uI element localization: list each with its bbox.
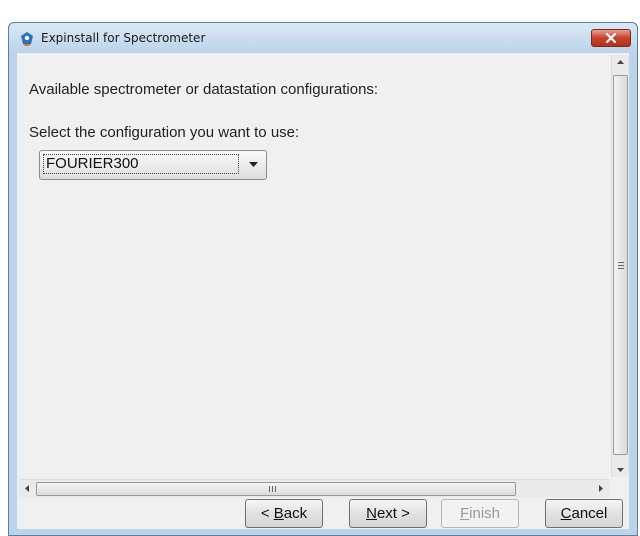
back-mnemonic: B bbox=[273, 505, 284, 522]
cancel-mnemonic: C bbox=[560, 505, 572, 522]
close-button[interactable] bbox=[591, 29, 631, 47]
window-title: Expinstall for Spectrometer bbox=[41, 31, 206, 45]
scroll-up-icon[interactable] bbox=[617, 60, 624, 64]
horizontal-scroll-thumb[interactable] bbox=[36, 482, 516, 496]
finish-mnemonic: F bbox=[459, 505, 470, 522]
scroll-left-icon[interactable] bbox=[25, 485, 29, 492]
scroll-down-icon[interactable] bbox=[617, 468, 624, 472]
chevron-down-icon bbox=[249, 162, 258, 167]
wizard-window: Expinstall for Spectrometer Available sp… bbox=[8, 22, 638, 536]
finish-button[interactable]: Finish bbox=[441, 499, 519, 528]
cancel-label-rest: ancel bbox=[571, 505, 608, 522]
wizard-client-area: Available spectrometer or datastation co… bbox=[17, 53, 629, 529]
configuration-select[interactable]: FOURIER300 bbox=[39, 150, 267, 180]
next-label-rest: ext > bbox=[376, 505, 410, 522]
vertical-scroll-thumb[interactable] bbox=[613, 75, 628, 455]
scroll-right-icon[interactable] bbox=[599, 485, 603, 492]
configuration-select-value: FOURIER300 bbox=[43, 154, 239, 174]
back-label-rest: ack bbox=[283, 505, 308, 522]
vertical-grip-icon bbox=[618, 262, 624, 271]
configuration-panel: Available spectrometer or datastation co… bbox=[19, 55, 609, 477]
finish-label-rest: inish bbox=[469, 505, 501, 522]
horizontal-scrollbar[interactable] bbox=[19, 479, 609, 497]
configurations-heading: Available spectrometer or datastation co… bbox=[29, 81, 379, 98]
next-button[interactable]: Next > bbox=[349, 499, 427, 528]
back-prefix: < bbox=[260, 505, 274, 522]
close-icon bbox=[605, 33, 617, 43]
next-mnemonic: N bbox=[366, 505, 377, 522]
horizontal-grip-icon bbox=[269, 486, 276, 492]
vertical-scrollbar[interactable] bbox=[611, 55, 629, 477]
back-button[interactable]: < Back bbox=[245, 499, 323, 528]
spectrometer-app-icon bbox=[21, 32, 33, 46]
title-bar[interactable]: Expinstall for Spectrometer bbox=[9, 23, 637, 53]
select-prompt: Select the configuration you want to use… bbox=[29, 124, 300, 141]
cancel-button[interactable]: Cancel bbox=[545, 499, 623, 528]
